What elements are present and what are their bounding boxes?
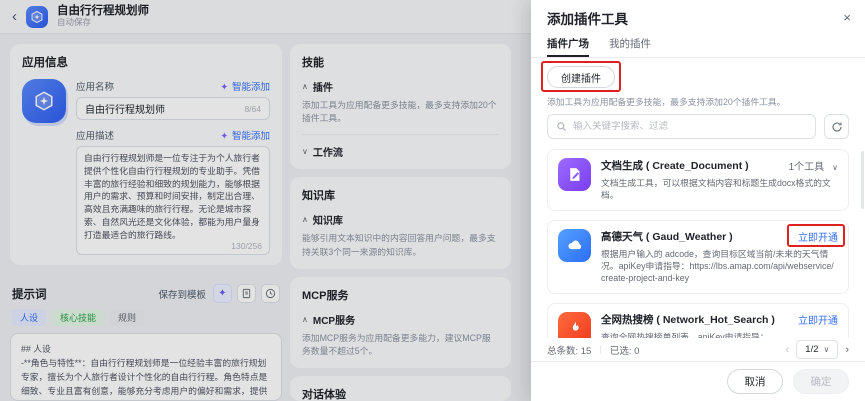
- cancel-button[interactable]: 取消: [727, 369, 783, 394]
- create-plugin-button[interactable]: 创建插件: [547, 66, 615, 88]
- chevron-down-icon: ∨: [832, 163, 838, 172]
- activate-link[interactable]: 立即开通: [798, 229, 838, 244]
- tab-my-plugins[interactable]: 我的插件: [609, 32, 651, 57]
- drawer-title: 添加插件工具: [547, 11, 628, 27]
- plugin-desc: 文档生成工具，可以根据文档内容和标题生成docx格式的文档。: [601, 178, 831, 201]
- add-plugin-drawer: 添加插件工具 × 插件广场 我的插件 创建插件 添加工具为应用配备更多技能，最多…: [531, 0, 865, 401]
- divider: |: [599, 344, 602, 355]
- plugin-tool-count[interactable]: 1个工具 ∨: [789, 158, 838, 173]
- plugin-row-create-document[interactable]: 文档生成 ( Create_Document ) 1个工具 ∨ 文档生成工具，可以…: [547, 149, 849, 211]
- refresh-icon[interactable]: [824, 114, 849, 139]
- plugin-row-gaud-weather[interactable]: 高德天气 ( Gaud_Weather ) 立即开通 根据用户输入的 adcod…: [547, 219, 849, 294]
- plugin-name: 全网热搜榜 ( Network_Hot_Search ): [601, 313, 775, 326]
- plugin-desc: 根据用户输入的 adcode，查询目标区域当前/未来的天气情况。apiKey申请…: [601, 248, 834, 284]
- plugin-desc: 查询全网热搜榜单列表。apiKey申请指导： https://www.tiana…: [601, 331, 769, 338]
- chevron-down-icon: ∨: [823, 345, 830, 354]
- app-screen: ‹ 自由行行程规划师 自动保存 应用信息 应用名称 ✦ 智能添加 自由行行程规划…: [0, 0, 865, 401]
- selected-count: 已选: 0: [609, 345, 640, 357]
- drawer-overlay[interactable]: [0, 0, 531, 401]
- plugin-name: 高德天气 ( Gaud_Weather ): [601, 230, 733, 243]
- close-icon[interactable]: ×: [843, 10, 851, 25]
- tab-plugin-market[interactable]: 插件广场: [547, 32, 589, 57]
- document-icon: [558, 158, 591, 191]
- prev-page-icon[interactable]: ‹: [786, 344, 790, 356]
- flame-icon: [558, 311, 591, 338]
- search-input[interactable]: [573, 121, 807, 132]
- drawer-desc: 添加工具为应用配备更多技能，最多支持添加20个插件工具。: [547, 97, 786, 107]
- cloud-icon: [558, 228, 591, 262]
- confirm-button[interactable]: 确定: [793, 369, 849, 394]
- plugin-search-box: [547, 114, 816, 139]
- plugin-name: 文档生成 ( Create_Document ): [601, 160, 749, 172]
- scrollbar[interactable]: [861, 151, 864, 209]
- total-count: 总条数: 15: [547, 345, 592, 357]
- page-select[interactable]: 1/2 ∨: [796, 340, 839, 359]
- next-page-icon[interactable]: ›: [845, 344, 849, 356]
- plugin-list: 文档生成 ( Create_Document ) 1个工具 ∨ 文档生成工具，可以…: [531, 147, 865, 338]
- plugin-row-hot-search[interactable]: 全网热搜榜 ( Network_Hot_Search ) 立即开通 查询全网热搜…: [547, 302, 849, 338]
- search-icon: [557, 122, 567, 132]
- activate-link[interactable]: 立即开通: [798, 312, 838, 327]
